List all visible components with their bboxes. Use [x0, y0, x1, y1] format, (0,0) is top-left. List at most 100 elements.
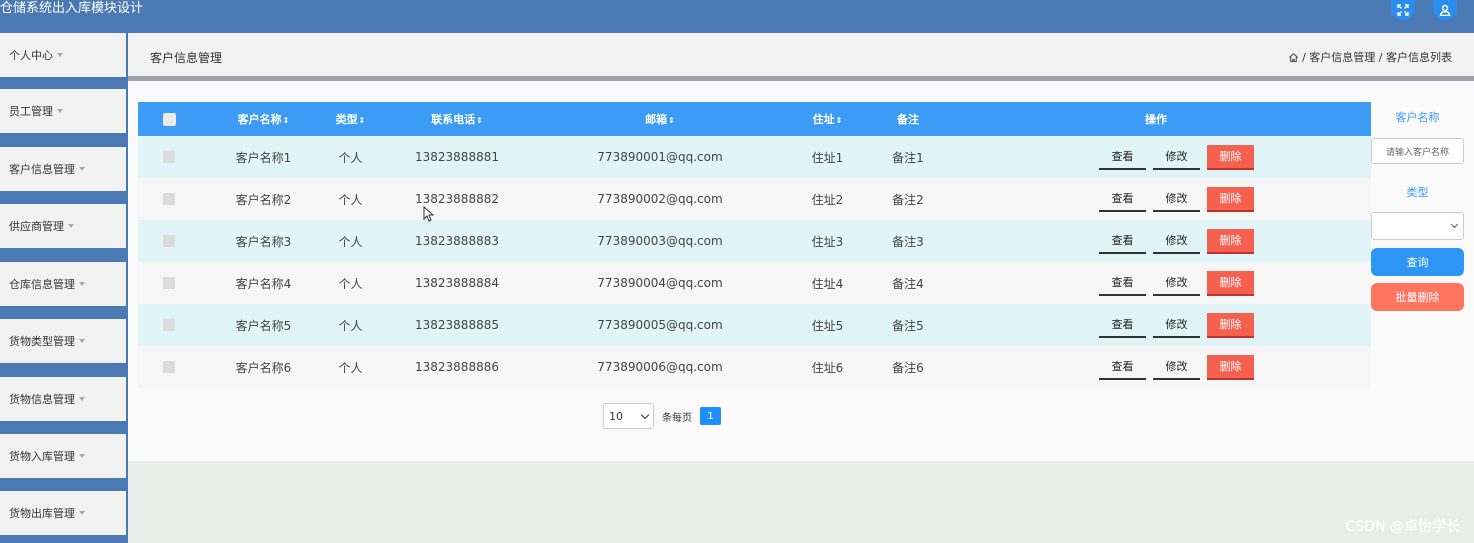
chevron-down-icon — [79, 339, 85, 343]
view-button[interactable]: 查看 — [1099, 145, 1146, 170]
chevron-down-icon — [79, 397, 85, 401]
edit-button[interactable]: 修改 — [1153, 355, 1200, 380]
chevron-down-icon — [57, 109, 63, 113]
sidebar-item-customers[interactable]: 客户信息管理 — [0, 147, 126, 191]
row-checkbox[interactable] — [138, 361, 200, 373]
cell-note: 备注1 — [892, 150, 924, 165]
column-header-phone[interactable]: 联系电话⇕ — [374, 111, 540, 127]
cell-phone: 13823888886 — [415, 360, 499, 374]
fullscreen-icon[interactable] — [1391, 0, 1415, 20]
cell-ops: 查看 修改 删除 — [941, 186, 1371, 212]
customer-name-input[interactable]: 请输入客户名称 — [1371, 138, 1464, 164]
column-header-email[interactable]: 邮箱⇕ — [540, 111, 780, 127]
sidebar: 个人中心 员工管理 客户信息管理 供应商管理 仓库信息管理 货物类型管理 货物信… — [0, 33, 128, 543]
sidebar-item-label: 货物出库管理 — [9, 507, 75, 520]
delete-button[interactable]: 删除 — [1207, 354, 1254, 380]
sort-icon[interactable]: ⇕ — [836, 116, 843, 125]
cell-name: 客户名称2 — [235, 192, 292, 207]
row-checkbox[interactable] — [138, 151, 200, 163]
top-bar: 仓储系统出入库模块设计 — [0, 0, 1474, 33]
delete-button[interactable]: 删除 — [1207, 144, 1254, 170]
query-button[interactable]: 查询 — [1371, 248, 1464, 276]
sidebar-item-label: 个人中心 — [9, 49, 53, 62]
customer-name-label: 客户名称 — [1395, 111, 1440, 124]
edit-button[interactable]: 修改 — [1153, 229, 1200, 254]
page-button-1[interactable]: 1 — [700, 407, 721, 425]
cell-phone: 13823888885 — [415, 318, 499, 332]
cell-address: 住址4 — [811, 276, 844, 291]
delete-button[interactable]: 删除 — [1207, 312, 1254, 338]
sort-icon[interactable]: ⇕ — [359, 116, 366, 125]
cell-email: 773890002@qq.com — [597, 192, 723, 206]
cell-ops: 查看 修改 删除 — [941, 144, 1371, 170]
cell-type: 个人 — [338, 234, 363, 249]
row-checkbox[interactable] — [138, 319, 200, 331]
cell-note: 备注5 — [892, 318, 924, 333]
edit-button[interactable]: 修改 — [1153, 271, 1200, 296]
row-checkbox[interactable] — [138, 235, 200, 247]
view-button[interactable]: 查看 — [1099, 355, 1146, 380]
cell-type: 个人 — [338, 318, 363, 333]
chevron-down-icon — [79, 282, 85, 286]
sidebar-item-label: 客户信息管理 — [9, 163, 75, 176]
breadcrumb-path[interactable]: / 客户信息管理 / 客户信息列表 — [1302, 49, 1452, 65]
sidebar-item-warehouses[interactable]: 仓库信息管理 — [0, 262, 126, 306]
chevron-down-icon — [57, 53, 63, 57]
edit-button[interactable]: 修改 — [1153, 187, 1200, 212]
cell-name: 客户名称4 — [235, 276, 292, 291]
cell-note: 备注2 — [892, 192, 924, 207]
batch-delete-button[interactable]: 批量删除 — [1371, 283, 1464, 311]
view-button[interactable]: 查看 — [1099, 271, 1146, 296]
sidebar-item-goods-inbound[interactable]: 货物入库管理 — [0, 434, 126, 478]
sidebar-item-employees[interactable]: 员工管理 — [0, 89, 126, 133]
sidebar-item-suppliers[interactable]: 供应商管理 — [0, 204, 126, 248]
sidebar-item-goods-outbound[interactable]: 货物出库管理 — [0, 491, 126, 535]
delete-button[interactable]: 删除 — [1207, 270, 1254, 296]
cell-phone: 13823888884 — [415, 276, 499, 290]
edit-button[interactable]: 修改 — [1153, 145, 1200, 170]
home-icon[interactable] — [1288, 52, 1299, 63]
view-button[interactable]: 查看 — [1099, 187, 1146, 212]
cell-phone: 13823888881 — [415, 150, 499, 164]
sidebar-item-goods-types[interactable]: 货物类型管理 — [0, 319, 126, 363]
pagination: 10 条每页 1 — [603, 403, 721, 429]
edit-button[interactable]: 修改 — [1153, 313, 1200, 338]
sort-icon[interactable]: ⇕ — [283, 116, 290, 125]
row-checkbox[interactable] — [138, 193, 200, 205]
delete-button[interactable]: 删除 — [1207, 228, 1254, 254]
view-button[interactable]: 查看 — [1099, 229, 1146, 254]
column-header-ops: 操作 — [1145, 113, 1167, 126]
column-header-address[interactable]: 住址⇕ — [780, 111, 875, 127]
chevron-down-icon — [79, 167, 85, 171]
per-page-label: 条每页 — [662, 412, 692, 424]
chevron-down-icon — [68, 224, 74, 228]
view-button[interactable]: 查看 — [1099, 313, 1146, 338]
table-row: 客户名称1 个人 13823888881 773890001@qq.com 住址… — [138, 136, 1371, 178]
cell-note: 备注6 — [892, 360, 924, 375]
sidebar-item-label: 货物类型管理 — [9, 335, 75, 348]
table-row: 客户名称4 个人 13823888884 773890004@qq.com 住址… — [138, 262, 1371, 304]
chevron-down-icon — [640, 410, 650, 419]
column-header-name[interactable]: 客户名称⇕ — [200, 111, 327, 127]
mouse-cursor-icon — [423, 205, 435, 225]
type-select[interactable] — [1371, 212, 1464, 240]
cell-phone: 13823888883 — [415, 234, 499, 248]
cell-name: 客户名称1 — [235, 150, 292, 165]
table-header: 客户名称⇕ 类型⇕ 联系电话⇕ 邮箱⇕ 住址⇕ 备注 操作 — [138, 102, 1371, 136]
row-checkbox[interactable] — [138, 277, 200, 289]
breadcrumb: / 客户信息管理 / 客户信息列表 — [1288, 49, 1452, 65]
sidebar-item-personal-center[interactable]: 个人中心 — [0, 33, 126, 77]
cell-note: 备注3 — [892, 234, 924, 249]
sidebar-item-goods-info[interactable]: 货物信息管理 — [0, 377, 126, 421]
page-size-select[interactable]: 10 — [603, 403, 654, 429]
select-all-checkbox[interactable] — [138, 112, 200, 126]
page-size-value: 10 — [609, 409, 623, 423]
cell-address: 住址2 — [811, 192, 844, 207]
delete-button[interactable]: 删除 — [1207, 186, 1254, 212]
user-icon[interactable] — [1433, 0, 1457, 20]
cell-type: 个人 — [338, 276, 363, 291]
chevron-down-icon — [79, 454, 85, 458]
sort-icon[interactable]: ⇕ — [476, 116, 483, 125]
column-header-type[interactable]: 类型⇕ — [327, 111, 374, 127]
sort-icon[interactable]: ⇕ — [668, 116, 675, 125]
